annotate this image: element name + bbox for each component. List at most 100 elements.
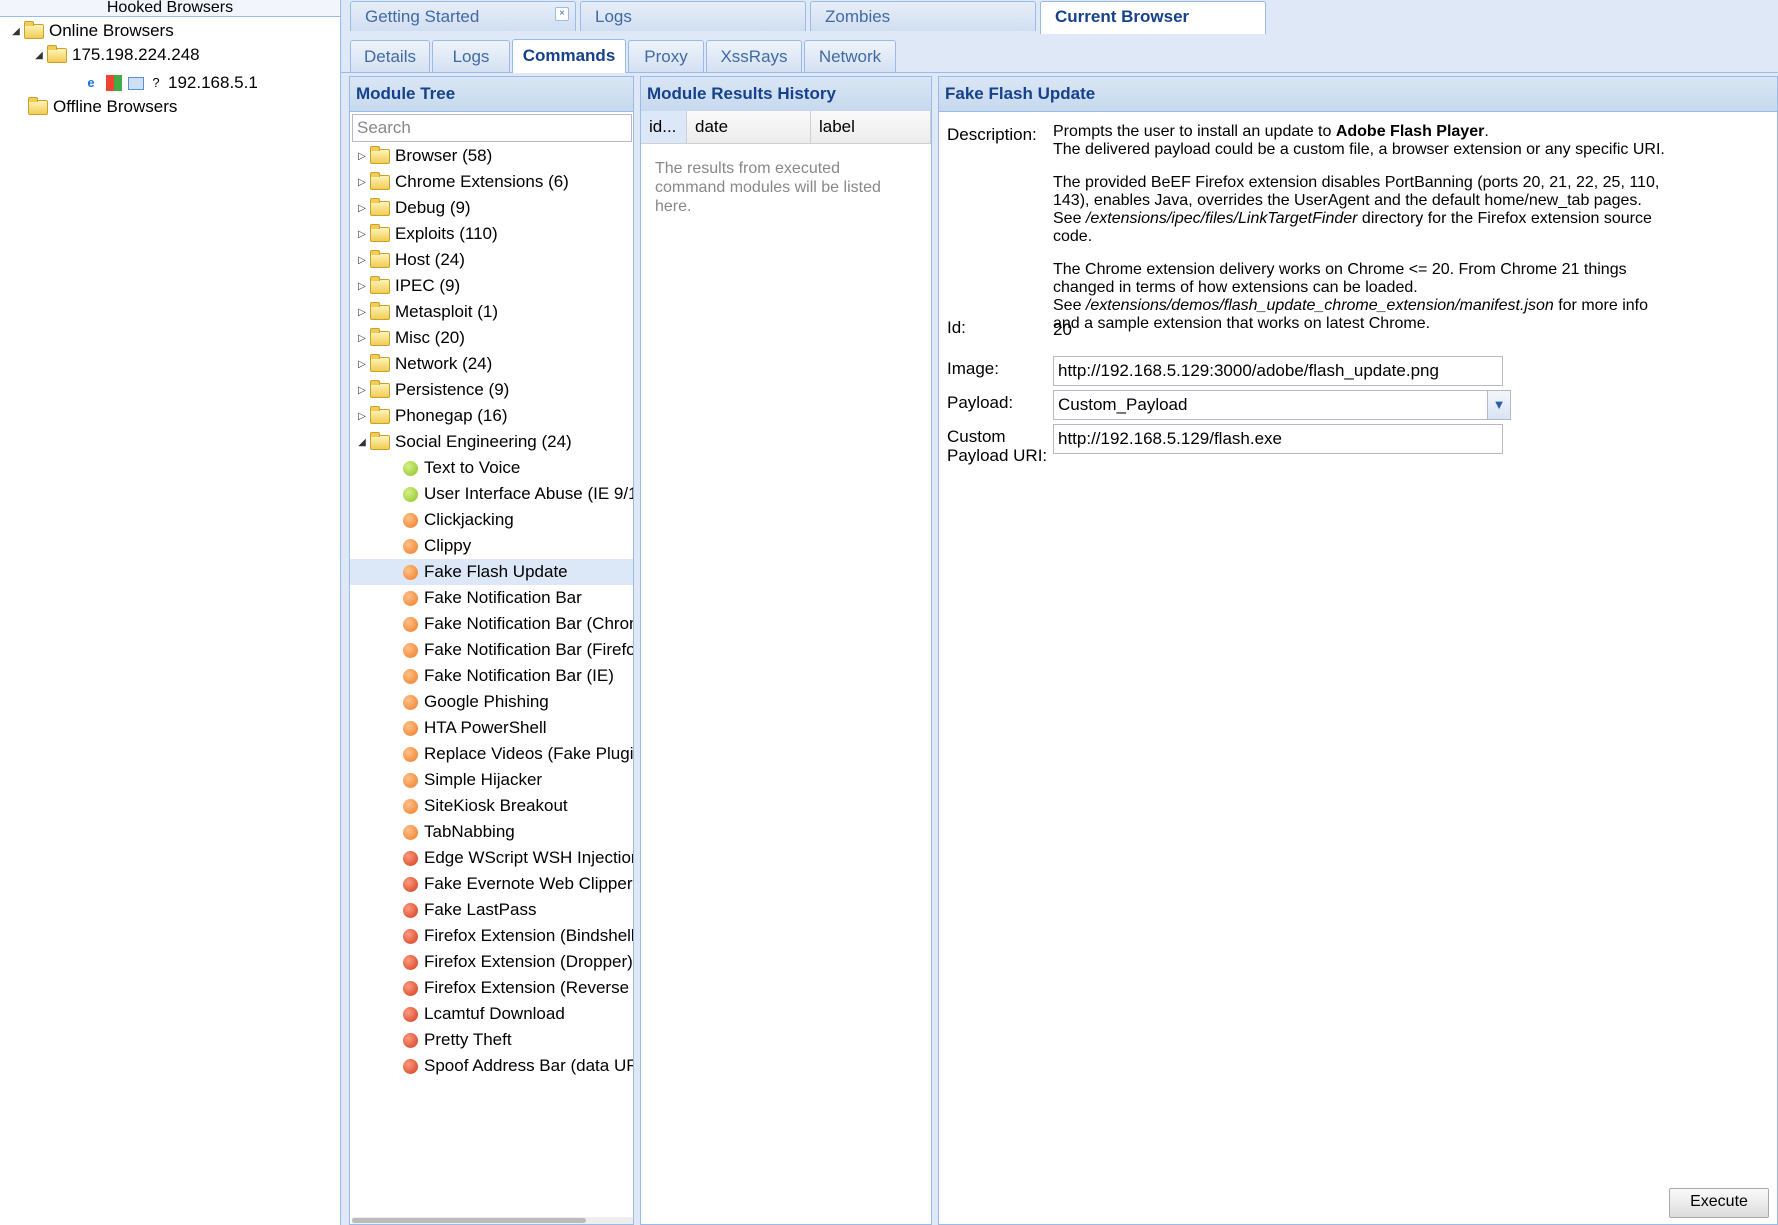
expand-triangle-icon[interactable]: ▷ [356, 359, 368, 370]
module-item[interactable]: Google Phishing [350, 689, 633, 715]
collapse-triangle-icon[interactable]: ◢ [33, 50, 45, 61]
module-label: Clippy [424, 536, 472, 555]
module-item[interactable]: Fake Notification Bar [350, 585, 633, 611]
tab-current-browser[interactable]: Current Browser [1040, 1, 1266, 34]
module-item[interactable]: Pretty Theft [350, 1027, 633, 1053]
column-header-label[interactable]: label [811, 111, 931, 143]
module-item[interactable]: Lcamtuf Download [350, 1001, 633, 1027]
module-category-folder[interactable]: ▷ Misc (20) [350, 325, 633, 351]
module-category-folder[interactable]: ▷ Debug (9) [350, 195, 633, 221]
folder-icon [370, 223, 390, 242]
folder-label: Phonegap (16) [395, 406, 508, 425]
module-item[interactable]: Spoof Address Bar (data UR [350, 1053, 633, 1079]
main-area: Getting Started × Logs Zombies Current B… [341, 0, 1778, 1225]
module-category-folder[interactable]: ▷ Metasploit (1) [350, 299, 633, 325]
chevron-down-icon[interactable]: ▼ [1487, 390, 1511, 420]
expand-triangle-icon[interactable]: ▷ [356, 385, 368, 396]
module-label: SiteKiosk Breakout [424, 796, 568, 815]
tab-xssrays[interactable]: XssRays [706, 40, 802, 72]
module-item[interactable]: Firefox Extension (Dropper) [350, 949, 633, 975]
desc-bold: Adobe Flash Player [1335, 123, 1485, 140]
module-item[interactable]: User Interface Abuse (IE 9/1 [350, 481, 633, 507]
module-item[interactable]: TabNabbing [350, 819, 633, 845]
module-category-folder[interactable]: ◢ Social Engineering (24) [350, 429, 633, 455]
module-category-folder[interactable]: ▷ Network (24) [350, 351, 633, 377]
module-category-folder[interactable]: ▷ Browser (58) [350, 143, 633, 169]
module-label: Fake Flash Update [424, 562, 568, 581]
expand-triangle-icon[interactable]: ▷ [356, 333, 368, 344]
module-item[interactable]: Clippy [350, 533, 633, 559]
module-item[interactable]: Firefox Extension (Bindshell) [350, 923, 633, 949]
orange-status-icon [403, 538, 418, 554]
module-details-title: Fake Flash Update [939, 77, 1777, 112]
expand-triangle-icon[interactable]: ▷ [356, 229, 368, 240]
expand-triangle-icon[interactable]: ▷ [356, 177, 368, 188]
expand-triangle-icon[interactable]: ▷ [356, 307, 368, 318]
module-label: Spoof Address Bar (data UR [424, 1056, 634, 1075]
module-category-folder[interactable]: ▷ Exploits (110) [350, 221, 633, 247]
desc-path: /extensions/ipec/files/LinkTargetFinder [1085, 210, 1358, 227]
module-label: Firefox Extension (Reverse S [424, 978, 634, 997]
folder-label: Metasploit (1) [395, 302, 498, 321]
tab-label: Details [364, 47, 416, 66]
module-category-folder[interactable]: ▷ Phonegap (16) [350, 403, 633, 429]
module-item[interactable]: Fake Notification Bar (IE) [350, 663, 633, 689]
module-item[interactable]: Fake Notification Bar (Chrom [350, 611, 633, 637]
expand-triangle-icon[interactable]: ▷ [356, 151, 368, 162]
module-item[interactable]: HTA PowerShell [350, 715, 633, 741]
tree-node-online-browsers[interactable]: ◢ Online Browsers [10, 20, 174, 41]
module-item[interactable]: Text to Voice [350, 455, 633, 481]
module-item[interactable]: Fake Flash Update [350, 559, 633, 585]
close-icon[interactable]: × [555, 7, 569, 21]
module-item[interactable]: Simple Hijacker [350, 767, 633, 793]
tab-commands[interactable]: Commands [512, 39, 626, 73]
orange-status-icon [403, 720, 418, 736]
module-category-folder[interactable]: ▷ Persistence (9) [350, 377, 633, 403]
collapse-triangle-icon[interactable]: ◢ [356, 437, 368, 448]
tab-getting-started[interactable]: Getting Started × [350, 1, 576, 31]
tab-proxy[interactable]: Proxy [628, 40, 704, 72]
module-category-folder[interactable]: ▷ IPEC (9) [350, 273, 633, 299]
tab-logs[interactable]: Logs [580, 1, 806, 31]
expand-triangle-icon[interactable]: ▷ [356, 255, 368, 266]
expand-triangle-icon[interactable]: ▷ [356, 411, 368, 422]
expand-triangle-icon[interactable]: ▷ [356, 203, 368, 214]
expand-triangle-icon[interactable]: ▷ [356, 281, 368, 292]
search-input[interactable] [352, 114, 632, 142]
module-category-folder[interactable]: ▷ Chrome Extensions (6) [350, 169, 633, 195]
tab-network[interactable]: Network [804, 40, 896, 72]
payload-select[interactable]: Custom_Payload ▼ [1053, 390, 1511, 420]
image-field[interactable] [1053, 356, 1503, 386]
folder-label: Persistence (9) [395, 380, 510, 399]
module-item[interactable]: Replace Videos (Fake Plugin [350, 741, 633, 767]
module-item[interactable]: Fake Notification Bar (Firefox [350, 637, 633, 663]
module-category-folder[interactable]: ▷ Host (24) [350, 247, 633, 273]
horizontal-scrollbar[interactable] [352, 1217, 633, 1224]
module-item[interactable]: Fake LastPass [350, 897, 633, 923]
tree-node-ip[interactable]: ◢ 175.198.224.248 [33, 44, 200, 65]
tab-logs-sub[interactable]: Logs [432, 40, 510, 72]
module-label: User Interface Abuse (IE 9/1 [424, 484, 634, 503]
folder-icon [370, 275, 390, 294]
module-item[interactable]: Edge WScript WSH Injection [350, 845, 633, 871]
column-header-id[interactable]: id... [641, 111, 687, 143]
tree-node-hooked-browser[interactable]: e ? 192.168.5.1 [82, 73, 257, 93]
tab-details[interactable]: Details [350, 40, 430, 72]
folder-label: Browser (58) [395, 146, 493, 165]
scrollbar-thumb[interactable] [352, 1218, 586, 1223]
description-label: Description: [947, 125, 1037, 144]
folder-open-icon [24, 20, 44, 39]
execute-button[interactable]: Execute [1669, 1188, 1769, 1218]
tab-zombies[interactable]: Zombies [810, 1, 1036, 31]
module-item[interactable]: Fake Evernote Web Clipper [350, 871, 633, 897]
module-item[interactable]: Firefox Extension (Reverse S [350, 975, 633, 1001]
tree-node-offline-browsers[interactable]: Offline Browsers [28, 96, 177, 117]
module-item[interactable]: SiteKiosk Breakout [350, 793, 633, 819]
module-tree-title: Module Tree [350, 77, 633, 112]
custom-payload-uri-field[interactable] [1053, 424, 1503, 454]
desc-text: The delivered payload could be a custom … [1053, 141, 1665, 158]
hooked-browsers-panel: Hooked Browsers ◢ Online Browsers ◢ 175.… [0, 0, 341, 1225]
column-header-date[interactable]: date [687, 111, 811, 143]
module-item[interactable]: Clickjacking [350, 507, 633, 533]
collapse-triangle-icon[interactable]: ◢ [10, 26, 22, 37]
